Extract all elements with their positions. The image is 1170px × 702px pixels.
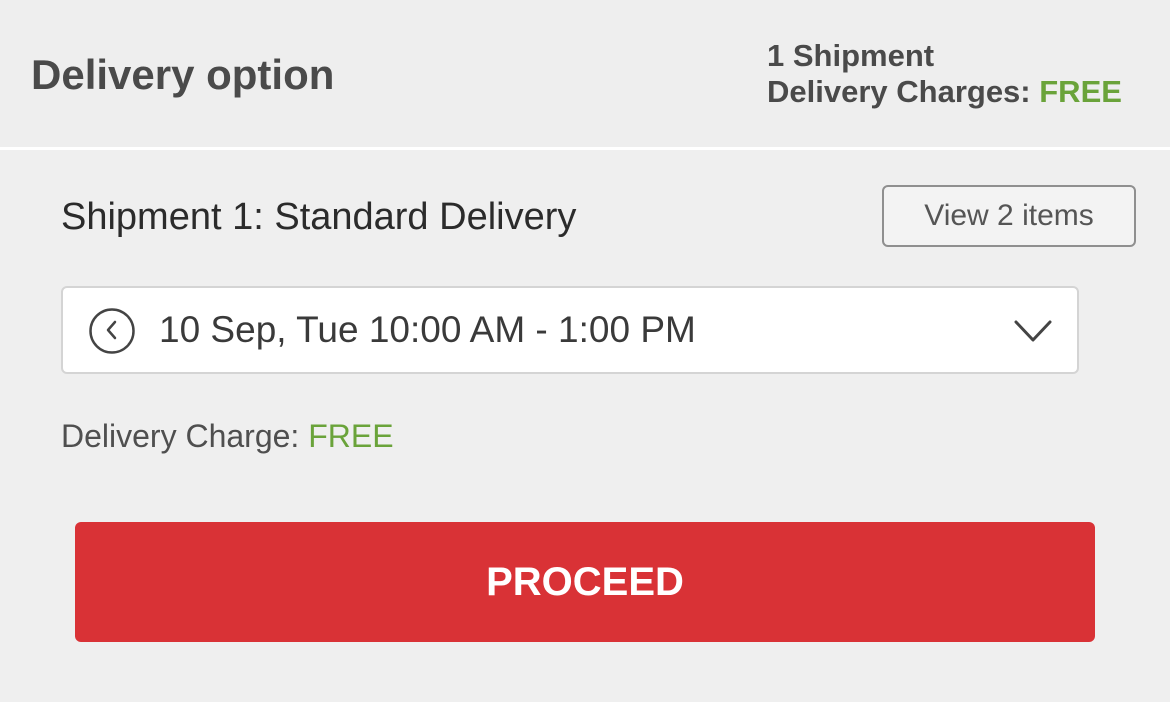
delivery-charges-value: FREE — [1039, 74, 1122, 109]
clock-icon — [89, 308, 135, 354]
delivery-charge-value: FREE — [308, 418, 394, 454]
shipment-count: 1 Shipment — [767, 38, 935, 73]
chevron-down-icon — [1014, 320, 1052, 342]
delivery-slot-value: 10 Sep, Tue 10:00 AM - 1:00 PM — [159, 309, 696, 350]
proceed-button[interactable]: PROCEED — [75, 522, 1095, 642]
delivery-slot-select[interactable]: 10 Sep, Tue 10:00 AM - 1:00 PM — [61, 286, 1079, 374]
delivery-summary: 1 Shipment Delivery Charges: FREE — [767, 38, 1122, 110]
delivery-charge: Delivery Charge: FREE — [61, 416, 394, 456]
header: Delivery option 1 Shipment Delivery Char… — [0, 0, 1170, 150]
delivery-charges-summary: Delivery Charges: FREE — [767, 74, 1122, 110]
view-items-button[interactable]: View 2 items — [882, 185, 1136, 247]
page-title: Delivery option — [31, 51, 335, 98]
delivery-charges-label: Delivery Charges: — [767, 74, 1031, 109]
delivery-charge-label: Delivery Charge: — [61, 418, 300, 454]
shipment-title: Shipment 1: Standard Delivery — [61, 196, 577, 238]
